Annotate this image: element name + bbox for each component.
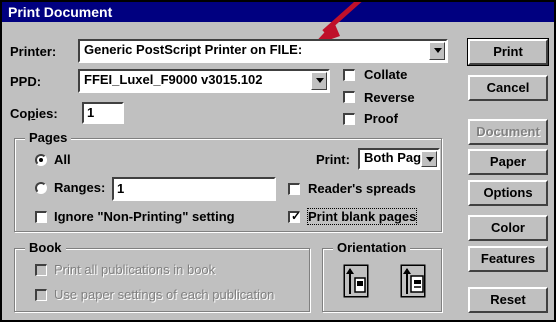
color-button[interactable]: Color xyxy=(468,215,548,241)
all-pages-radio[interactable] xyxy=(35,154,47,166)
print-all-publications-label: Print all publications in book xyxy=(54,262,216,277)
use-paper-settings-checkbox[interactable] xyxy=(35,289,47,301)
pages-group-title: Pages xyxy=(25,130,72,145)
features-button[interactable]: Features xyxy=(468,246,548,272)
collate-label: Collate xyxy=(364,67,408,82)
ignore-non-printing-label: Ignore "Non-Printing" setting xyxy=(54,209,235,224)
readers-spreads-label: Reader's spreads xyxy=(308,181,416,196)
portrait-orientation-icon[interactable] xyxy=(343,264,369,298)
print-label: Print: xyxy=(316,152,350,167)
book-group: Book xyxy=(14,240,310,312)
use-paper-settings-label: Use paper settings of each publication xyxy=(54,287,275,302)
printer-label: Printer: xyxy=(10,44,57,59)
ppd-value: FFEI_Luxel_F9000 v3015.102 xyxy=(84,72,263,87)
collate-checkbox[interactable] xyxy=(343,69,355,81)
landscape-orientation-icon[interactable] xyxy=(400,264,426,298)
document-button[interactable]: Document xyxy=(468,119,548,145)
chevron-down-icon[interactable] xyxy=(429,42,445,60)
paper-button[interactable]: Paper xyxy=(468,149,548,175)
print-blank-pages-label: Print blank pages xyxy=(306,208,418,225)
chevron-down-icon[interactable] xyxy=(421,151,437,167)
ppd-select[interactable]: FFEI_Luxel_F9000 v3015.102 xyxy=(78,69,330,93)
ppd-label: PPD: xyxy=(10,74,42,89)
all-pages-label: All xyxy=(54,152,71,167)
proof-label: Proof xyxy=(364,111,398,126)
print-blank-pages-checkbox[interactable]: ✓ xyxy=(288,209,302,223)
print-pages-select[interactable]: Both Pages xyxy=(358,148,440,170)
options-button[interactable]: Options xyxy=(468,180,548,206)
ranges-label: Ranges: xyxy=(54,180,106,195)
chevron-down-icon[interactable] xyxy=(311,72,327,90)
check-icon: ✓ xyxy=(291,209,302,223)
reverse-checkbox[interactable] xyxy=(343,91,355,103)
print-document-dialog: Print Document Printer: Generic PostScri… xyxy=(0,0,556,322)
readers-spreads-checkbox[interactable] xyxy=(288,183,300,195)
reset-button[interactable]: Reset xyxy=(468,287,548,313)
print-all-publications-checkbox[interactable] xyxy=(35,264,47,276)
ranges-radio[interactable] xyxy=(35,182,47,194)
proof-checkbox[interactable] xyxy=(343,113,355,125)
printer-value: Generic PostScript Printer on FILE: xyxy=(84,42,303,57)
ignore-non-printing-checkbox[interactable] xyxy=(35,211,47,223)
copies-label: Copies: xyxy=(10,106,58,121)
print-button[interactable]: Print xyxy=(467,38,549,66)
printer-select[interactable]: Generic PostScript Printer on FILE: xyxy=(78,39,448,63)
copies-input[interactable]: 1 xyxy=(82,102,124,124)
reverse-label: Reverse xyxy=(364,90,415,105)
orientation-group-title: Orientation xyxy=(333,240,411,255)
book-group-title: Book xyxy=(25,240,66,255)
cancel-button[interactable]: Cancel xyxy=(468,75,548,101)
ranges-input[interactable]: 1 xyxy=(112,177,276,201)
